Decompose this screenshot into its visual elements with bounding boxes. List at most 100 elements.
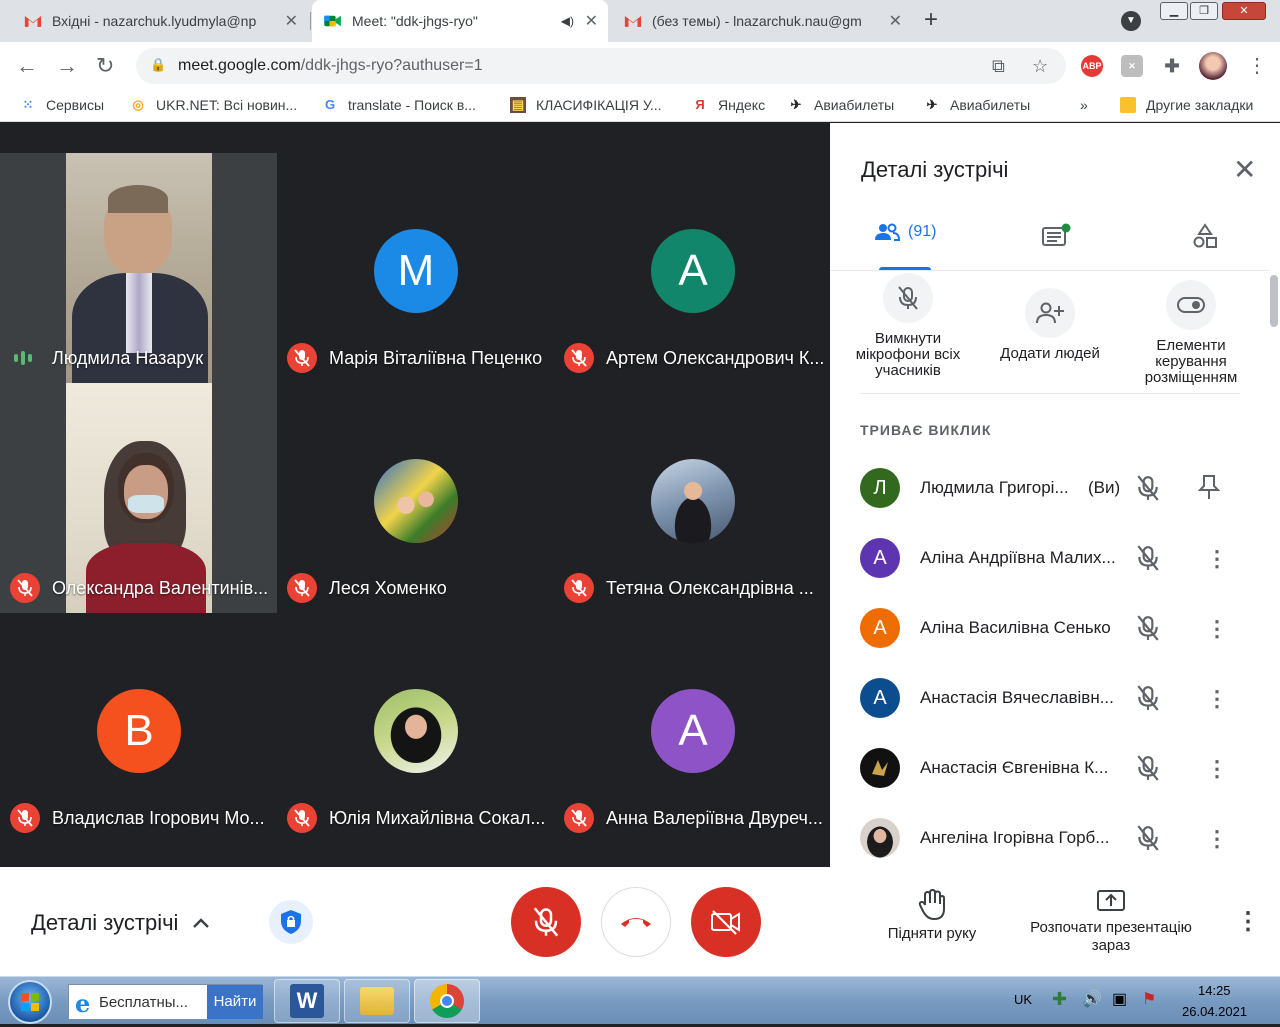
host-controls-button[interactable]: Елементи керування розміщенням [1121, 280, 1261, 386]
mic-off-icon [564, 803, 594, 833]
avatar-photo [860, 748, 900, 788]
present-now-button[interactable]: Розпочати презентацію зараз [1030, 889, 1192, 955]
meeting-safety-button[interactable] [269, 900, 313, 944]
more-options-icon[interactable]: ⋮ [1206, 826, 1228, 852]
microphone-toggle-button[interactable] [511, 887, 581, 957]
translate-icon[interactable]: ⧉ [992, 56, 1005, 77]
mic-off-icon[interactable] [1136, 825, 1160, 851]
book-icon: ▤ [510, 97, 526, 113]
participant-tile[interactable]: M Марія Віталіївна Пеценко [277, 153, 554, 383]
clock-time[interactable]: 14:25 [1198, 983, 1231, 998]
reload-icon[interactable]: ↻ [96, 53, 114, 79]
mic-off-icon[interactable] [1136, 475, 1160, 501]
tab-activities[interactable] [1192, 223, 1218, 249]
url-text[interactable]: meet.google.com/ddk-jhgs-ryo?authuser=1 [178, 57, 483, 75]
participant-tile[interactable]: B Владислав Ігорович Мо... [0, 613, 277, 843]
mic-off-icon[interactable] [1136, 615, 1160, 641]
taskbar-search[interactable]: e Бесплатны... Найти [68, 984, 263, 1020]
mic-off-icon[interactable] [1136, 755, 1160, 781]
participant-row[interactable]: A Аліна Василівна Сенько ⋮ [860, 594, 1240, 664]
close-icon[interactable]: ✕ [1233, 153, 1256, 186]
camera-toggle-button[interactable] [691, 887, 761, 957]
participant-row[interactable]: Анастасія Євгенівна К... ⋮ [860, 734, 1240, 804]
participant-row[interactable]: Ангеліна Ігорівна Горб... ⋮ [860, 804, 1240, 874]
profile-avatar[interactable] [1199, 52, 1227, 80]
participant-tile[interactable]: Леся Хоменко [277, 383, 554, 613]
panel-title: Деталі зустрічі [861, 157, 1009, 182]
participant-tile[interactable]: A Артем Олександрович К... [554, 153, 831, 383]
browser-menu-icon[interactable]: ⋮ [1247, 53, 1267, 78]
participant-tile[interactable]: Тетяна Олександрівна ... [554, 383, 831, 613]
bookmark-flights-2[interactable]: ✈ Авиабилеты [924, 97, 1031, 113]
minimize-button[interactable]: ▁ [1160, 2, 1188, 20]
tab-gmail-draft[interactable]: (без темы) - lnazarchuk.nau@gm ✕ [612, 0, 912, 42]
bookmarks-overflow[interactable]: » [1080, 97, 1088, 113]
bookmark-star-icon[interactable]: ☆ [1032, 56, 1048, 77]
search-button[interactable]: Найти [207, 985, 263, 1019]
tab-search-icon[interactable]: ▼ [1121, 11, 1141, 31]
language-indicator[interactable]: UK [1014, 992, 1032, 1007]
participant-tile[interactable]: Людмила Назарук [0, 153, 277, 383]
new-tab-icon[interactable]: + [924, 6, 938, 34]
adblock-icon[interactable]: ABP [1081, 55, 1103, 77]
participant-row[interactable]: A Анастасія Вячеславівн... ⋮ [860, 664, 1240, 734]
avatar: B [97, 689, 181, 773]
participant-tile[interactable]: Юлія Михайлівна Сокал... [277, 613, 554, 843]
bookmark-yandex[interactable]: Я Яндекс [692, 97, 765, 113]
mic-off-icon[interactable] [1136, 545, 1160, 571]
bookmark-other[interactable]: Другие закладки [1120, 97, 1253, 113]
taskbar-explorer[interactable] [344, 979, 410, 1023]
taskbar-chrome[interactable] [414, 979, 480, 1023]
participant-name: Людмила Назарук [52, 348, 204, 368]
network-status-icon[interactable]: ✚ [1052, 989, 1067, 1010]
extensions-puzzle-icon[interactable]: ✚ [1161, 55, 1183, 77]
mute-all-button[interactable]: Вимкнути мікрофони всіх учасників [838, 273, 978, 379]
address-bar[interactable]: 🔒 meet.google.com/ddk-jhgs-ryo?authuser=… [136, 48, 1066, 84]
more-options-icon[interactable]: ⋮ [1206, 756, 1228, 782]
speaker-icon[interactable]: ◀) [561, 14, 574, 28]
toggle-icon [1177, 297, 1205, 313]
action-center-icon[interactable]: ⚑ [1142, 989, 1156, 1009]
more-options-icon[interactable]: ⋮ [1236, 907, 1260, 936]
pin-icon[interactable] [1198, 474, 1220, 500]
extension-x-icon[interactable]: ✕ [1121, 55, 1143, 77]
tab-chat[interactable] [1042, 223, 1072, 249]
lock-icon[interactable]: 🔒 [150, 57, 166, 73]
bookmark-flights-1[interactable]: ✈ Авиабилеты [788, 97, 895, 113]
participant-row[interactable]: Л Людмила Григорі... (Ви) [860, 454, 1240, 524]
tab-people[interactable]: (91) [874, 223, 936, 241]
close-tab-icon[interactable]: ✕ [585, 11, 598, 31]
gmail-icon [624, 16, 642, 27]
leave-call-button[interactable] [601, 887, 671, 957]
tab-gmail-inbox[interactable]: Вхідні - nazarchuk.lyudmyla@np ✕ [12, 0, 308, 42]
clock-date[interactable]: 26.04.2021 [1182, 1004, 1247, 1019]
start-button[interactable] [8, 980, 52, 1024]
network-icon[interactable]: ▣ [1112, 989, 1127, 1009]
more-options-icon[interactable]: ⋮ [1206, 546, 1228, 572]
forward-icon[interactable]: → [56, 53, 78, 79]
volume-icon[interactable]: 🔊 [1082, 989, 1102, 1009]
participant-name: Аліна Василівна Сенько [920, 618, 1111, 637]
raise-hand-button[interactable]: Підняти руку [870, 889, 994, 943]
close-tab-icon[interactable]: ✕ [889, 11, 902, 31]
bookmark-classification[interactable]: ▤ КЛАСИФІКАЦІЯ У... [510, 97, 662, 113]
close-tab-icon[interactable]: ✕ [285, 11, 298, 31]
participant-tile[interactable]: Олександра Валентинів... [0, 383, 277, 613]
participant-tile[interactable]: A Анна Валеріївна Двуреч... [554, 613, 831, 843]
close-window-button[interactable]: ✕ [1222, 2, 1266, 20]
panel-scrollbar[interactable] [1270, 275, 1278, 327]
bookmark-translate[interactable]: Gtranslate - Поиск в... [322, 97, 476, 113]
mic-off-icon[interactable] [1136, 685, 1160, 711]
meeting-details-toggle[interactable]: Деталі зустрічі [31, 910, 210, 936]
participant-row[interactable]: A Аліна Андріївна Малих... ⋮ [860, 524, 1240, 594]
maximize-button[interactable]: ❐ [1190, 2, 1218, 20]
more-options-icon[interactable]: ⋮ [1206, 616, 1228, 642]
tab-meet[interactable]: Meet: "ddk-jhgs-ryo" ◀) ✕ [312, 0, 608, 42]
bookmark-ukrnet[interactable]: ◎ UKR.NET: Всі новин... [130, 97, 297, 113]
more-options-icon[interactable]: ⋮ [1206, 686, 1228, 712]
back-icon[interactable]: ← [16, 53, 38, 79]
taskbar-word[interactable]: W [274, 979, 340, 1023]
bookmark-services[interactable]: ⁙ Сервисы [20, 97, 104, 113]
people-icon [875, 223, 900, 241]
add-people-button[interactable]: Додати людей [980, 288, 1120, 362]
